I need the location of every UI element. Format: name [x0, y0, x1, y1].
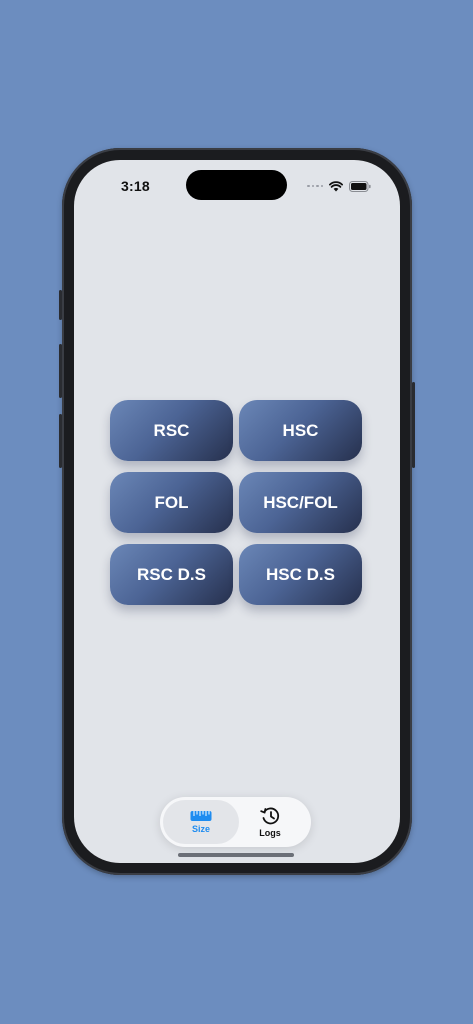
- wifi-icon: [329, 180, 343, 191]
- fol-button[interactable]: FOL: [110, 472, 233, 533]
- tab-logs[interactable]: Logs: [232, 800, 308, 844]
- hsc-fol-button[interactable]: HSC/FOL: [239, 472, 362, 533]
- rsc-ds-button[interactable]: RSC D.S: [110, 544, 233, 605]
- status-time: 3:18: [121, 178, 150, 194]
- app-screen: 3:18 RSC HSC FOL HSC/FOL RSC D.S HSC D.S: [74, 160, 400, 863]
- cellular-signal-icon: [307, 184, 323, 188]
- history-clock-icon: [260, 807, 280, 825]
- tab-bar: Size Logs: [160, 797, 311, 847]
- action-button: [59, 290, 62, 320]
- power-button: [412, 382, 415, 468]
- volume-down-button: [59, 414, 62, 468]
- hsc-button[interactable]: HSC: [239, 400, 362, 461]
- tab-size[interactable]: Size: [163, 800, 239, 844]
- dynamic-island: [186, 170, 287, 200]
- phone-frame: 3:18 RSC HSC FOL HSC/FOL RSC D.S HSC D.S: [59, 148, 415, 875]
- volume-up-button: [59, 344, 62, 398]
- rsc-button[interactable]: RSC: [110, 400, 233, 461]
- hsc-ds-button[interactable]: HSC D.S: [239, 544, 362, 605]
- battery-icon: [349, 180, 371, 192]
- home-indicator[interactable]: [178, 853, 294, 857]
- tab-logs-label: Logs: [259, 828, 281, 838]
- category-grid: RSC HSC FOL HSC/FOL RSC D.S HSC D.S: [110, 400, 362, 605]
- ruler-icon: [190, 811, 212, 821]
- tab-size-label: Size: [191, 824, 210, 834]
- status-icons: [307, 180, 371, 192]
